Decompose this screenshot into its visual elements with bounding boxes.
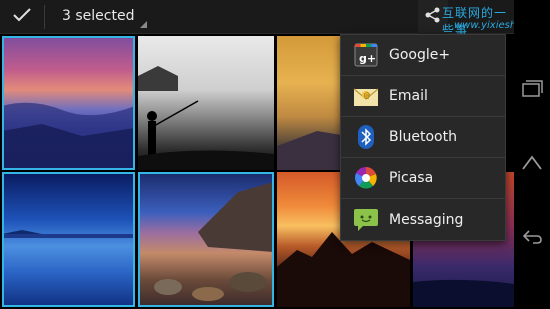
action-bar-divider bbox=[44, 5, 45, 29]
photo-tile-5[interactable] bbox=[138, 172, 274, 307]
share-item-label: Google+ bbox=[389, 47, 451, 63]
done-button[interactable] bbox=[0, 0, 44, 34]
share-item-label: Email bbox=[389, 88, 428, 104]
share-item-email[interactable]: @ Email bbox=[341, 76, 505, 117]
email-icon: @ bbox=[353, 83, 379, 109]
selection-count-dropdown[interactable]: 3 selected bbox=[62, 8, 134, 24]
share-item-label: Messaging bbox=[389, 211, 464, 228]
share-item-label: Picasa bbox=[389, 170, 434, 186]
checkmark-icon bbox=[12, 7, 32, 27]
messaging-icon bbox=[353, 207, 379, 233]
home-icon[interactable] bbox=[519, 150, 545, 176]
google-plus-icon: g+ bbox=[353, 42, 379, 68]
share-icon bbox=[424, 6, 442, 28]
bluetooth-icon bbox=[353, 124, 379, 150]
action-bar: 3 selected 互联网的一些事 www.yixieshi.com bbox=[0, 0, 543, 37]
share-item-messaging[interactable]: Messaging bbox=[341, 199, 505, 240]
recent-apps-icon[interactable] bbox=[519, 76, 545, 102]
svg-text:g+: g+ bbox=[359, 52, 376, 65]
picasa-icon bbox=[353, 165, 379, 191]
photo-tile-1[interactable] bbox=[2, 36, 135, 170]
share-menu: g+ Google+ @ Email Bluetooth Picasa Mess… bbox=[340, 34, 506, 241]
share-item-picasa[interactable]: Picasa bbox=[341, 158, 505, 199]
share-item-label: Bluetooth bbox=[389, 129, 457, 145]
photo-tile-2[interactable] bbox=[138, 36, 274, 170]
back-icon[interactable] bbox=[519, 224, 545, 250]
svg-text:@: @ bbox=[364, 92, 371, 100]
photo-tile-4[interactable] bbox=[2, 172, 135, 307]
share-item-google-plus[interactable]: g+ Google+ bbox=[341, 35, 505, 76]
share-item-bluetooth[interactable]: Bluetooth bbox=[341, 117, 505, 158]
navigation-bar bbox=[514, 0, 550, 309]
dropdown-corner-icon bbox=[140, 21, 147, 28]
